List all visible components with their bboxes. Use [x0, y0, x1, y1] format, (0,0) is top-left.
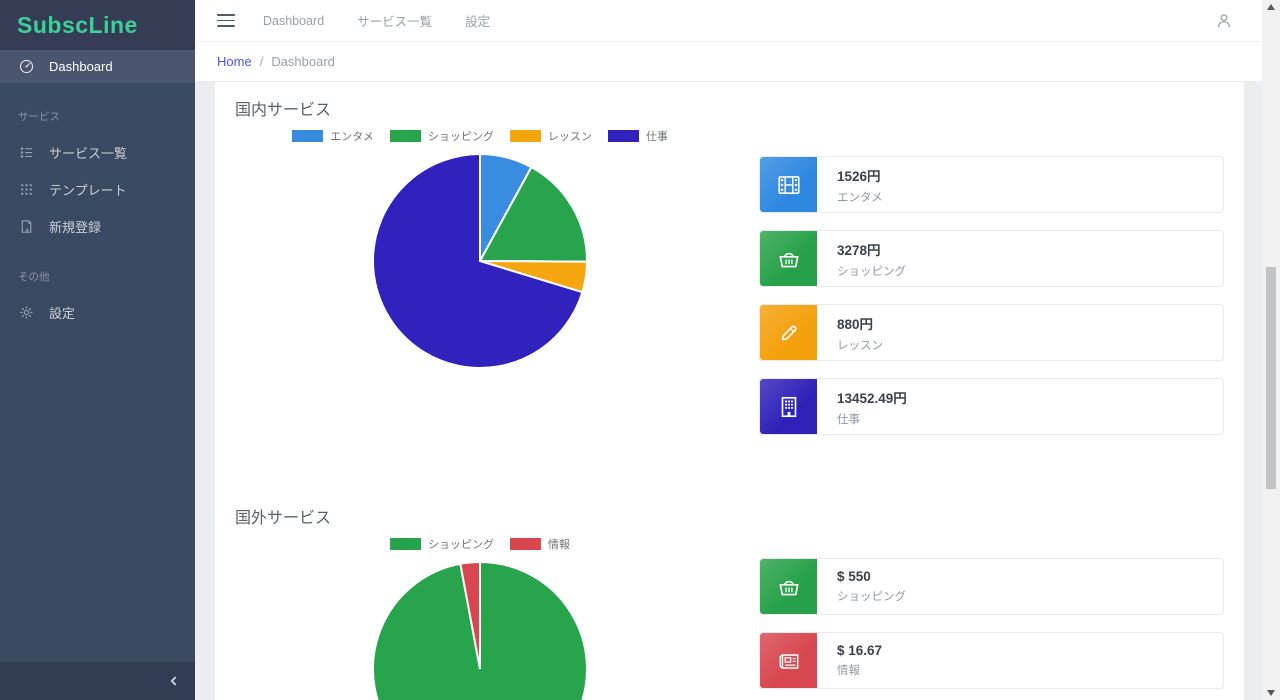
legend-item[interactable]: レッスン [510, 128, 592, 144]
breadcrumb-current: Dashboard [271, 54, 335, 69]
sidebar-item-dashboard[interactable]: Dashboard [0, 50, 195, 83]
legend-swatch [510, 130, 541, 142]
film-icon [760, 157, 817, 212]
domestic-pie-chart[interactable] [370, 151, 590, 371]
legend-item[interactable]: ショッピング [390, 128, 494, 144]
stat-label: 情報 [837, 662, 882, 678]
overseas-chart: ショッピング 情報 [235, 528, 725, 700]
sidebar-section-title: サービス [0, 109, 195, 124]
building-icon [760, 379, 817, 434]
content-card: 国内サービス エンタメショッピングレッスン仕事 [215, 82, 1244, 700]
sidebar-item-label: Dashboard [49, 59, 113, 74]
sidebar-item-register[interactable]: 新規登録 [0, 210, 195, 243]
basket-icon [760, 231, 817, 286]
legend-swatch [390, 538, 421, 550]
chart-legend: エンタメ ショッピング レッスン 仕事 [292, 128, 668, 144]
legend-item[interactable]: 情報 [510, 536, 570, 552]
scroll-down-arrow[interactable] [1262, 686, 1280, 700]
legend-swatch [390, 130, 421, 142]
stat-label: ショッピング [837, 263, 906, 279]
gauge-icon [18, 58, 35, 75]
section-title-domestic: 国内サービス [235, 96, 1224, 120]
stat-card-news[interactable]: $ 16.67 情報 [759, 632, 1224, 689]
gear-icon [18, 304, 35, 321]
nav-link-settings[interactable]: 設定 [465, 11, 490, 30]
file-plus-icon [18, 218, 35, 235]
stat-value: 880円 [837, 313, 883, 333]
stat-value: $ 550 [837, 569, 906, 584]
stat-value: 13452.49円 [837, 387, 907, 407]
nav-link-service-list[interactable]: サービス一覧 [357, 11, 432, 30]
sidebar-item-label: サービス一覧 [49, 143, 127, 162]
sidebar-collapse-button[interactable] [0, 662, 195, 700]
stat-card-shopping-overseas[interactable]: $ 550 ショッピング [759, 558, 1224, 615]
stat-label: ショッピング [837, 588, 906, 604]
stat-card-shopping[interactable]: 3278円 ショッピング [759, 230, 1224, 287]
stat-card-entertainment[interactable]: 1526円 エンタメ [759, 156, 1224, 213]
legend-label: 情報 [548, 536, 570, 552]
overseas-section: ショッピング情報 $ 550 [235, 528, 1224, 700]
grid-dots-icon [18, 181, 35, 198]
legend-item[interactable]: エンタメ [292, 128, 374, 144]
stat-label: 仕事 [837, 411, 907, 427]
user-menu[interactable] [1214, 11, 1262, 31]
app-logo-text: SubscLine [17, 12, 138, 39]
stat-value: $ 16.67 [837, 643, 882, 658]
nav-link-dashboard[interactable]: Dashboard [263, 14, 324, 28]
breadcrumb-separator: / [260, 54, 264, 69]
sidebar-item-service-list[interactable]: サービス一覧 [0, 136, 195, 169]
breadcrumb: Home / Dashboard [195, 42, 1262, 82]
legend-label: ショッピング [428, 128, 494, 144]
app-logo[interactable]: SubscLine [0, 0, 195, 50]
stat-value: 1526円 [837, 165, 883, 185]
newspaper-icon [760, 633, 817, 688]
sidebar-item-template[interactable]: テンプレート [0, 173, 195, 206]
sidebar-item-settings[interactable]: 設定 [0, 296, 195, 329]
overseas-pie-chart[interactable] [370, 559, 590, 700]
overseas-cards: $ 550 ショッピング [759, 528, 1224, 689]
chart-legend: ショッピング 情報 [390, 536, 570, 552]
sidebar: SubscLine Dashboard サービス サービス一覧 [0, 0, 195, 700]
legend-swatch [292, 130, 323, 142]
person-icon [1214, 11, 1234, 31]
section-title-overseas: 国外サービス [235, 504, 1224, 528]
top-navbar: Dashboard サービス一覧 設定 [195, 0, 1262, 42]
legend-swatch [510, 538, 541, 550]
sidebar-section-title: その他 [0, 269, 195, 284]
legend-item[interactable]: 仕事 [608, 128, 668, 144]
legend-swatch [608, 130, 639, 142]
stat-label: レッスン [837, 337, 883, 353]
list-icon [18, 144, 35, 161]
main-content: 国内サービス エンタメショッピングレッスン仕事 [195, 82, 1262, 700]
domestic-section: エンタメショッピングレッスン仕事 [235, 120, 1224, 435]
breadcrumb-home-link[interactable]: Home [217, 54, 252, 69]
scrollbar-thumb[interactable] [1266, 267, 1276, 489]
sidebar-item-label: 設定 [49, 303, 75, 322]
legend-label: エンタメ [330, 128, 374, 144]
domestic-chart: エンタメ ショッピング レッスン 仕事 [235, 120, 725, 371]
sidebar-item-label: テンプレート [49, 180, 127, 199]
legend-label: 仕事 [646, 128, 668, 144]
stat-card-work[interactable]: 13452.49円 仕事 [759, 378, 1224, 435]
chevron-left-icon [167, 674, 181, 688]
stat-label: エンタメ [837, 189, 883, 205]
pencil-icon [760, 305, 817, 360]
vertical-scrollbar[interactable] [1262, 0, 1280, 700]
legend-label: レッスン [548, 128, 592, 144]
scroll-up-arrow[interactable] [1262, 0, 1280, 14]
domestic-cards: 1526円 エンタメ [759, 120, 1224, 435]
sidebar-item-label: 新規登録 [49, 217, 101, 236]
hamburger-icon[interactable] [217, 14, 235, 27]
stat-value: 3278円 [837, 239, 906, 259]
stat-card-lesson[interactable]: 880円 レッスン [759, 304, 1224, 361]
legend-item[interactable]: ショッピング [390, 536, 494, 552]
legend-label: ショッピング [428, 536, 494, 552]
basket-icon [760, 559, 817, 614]
